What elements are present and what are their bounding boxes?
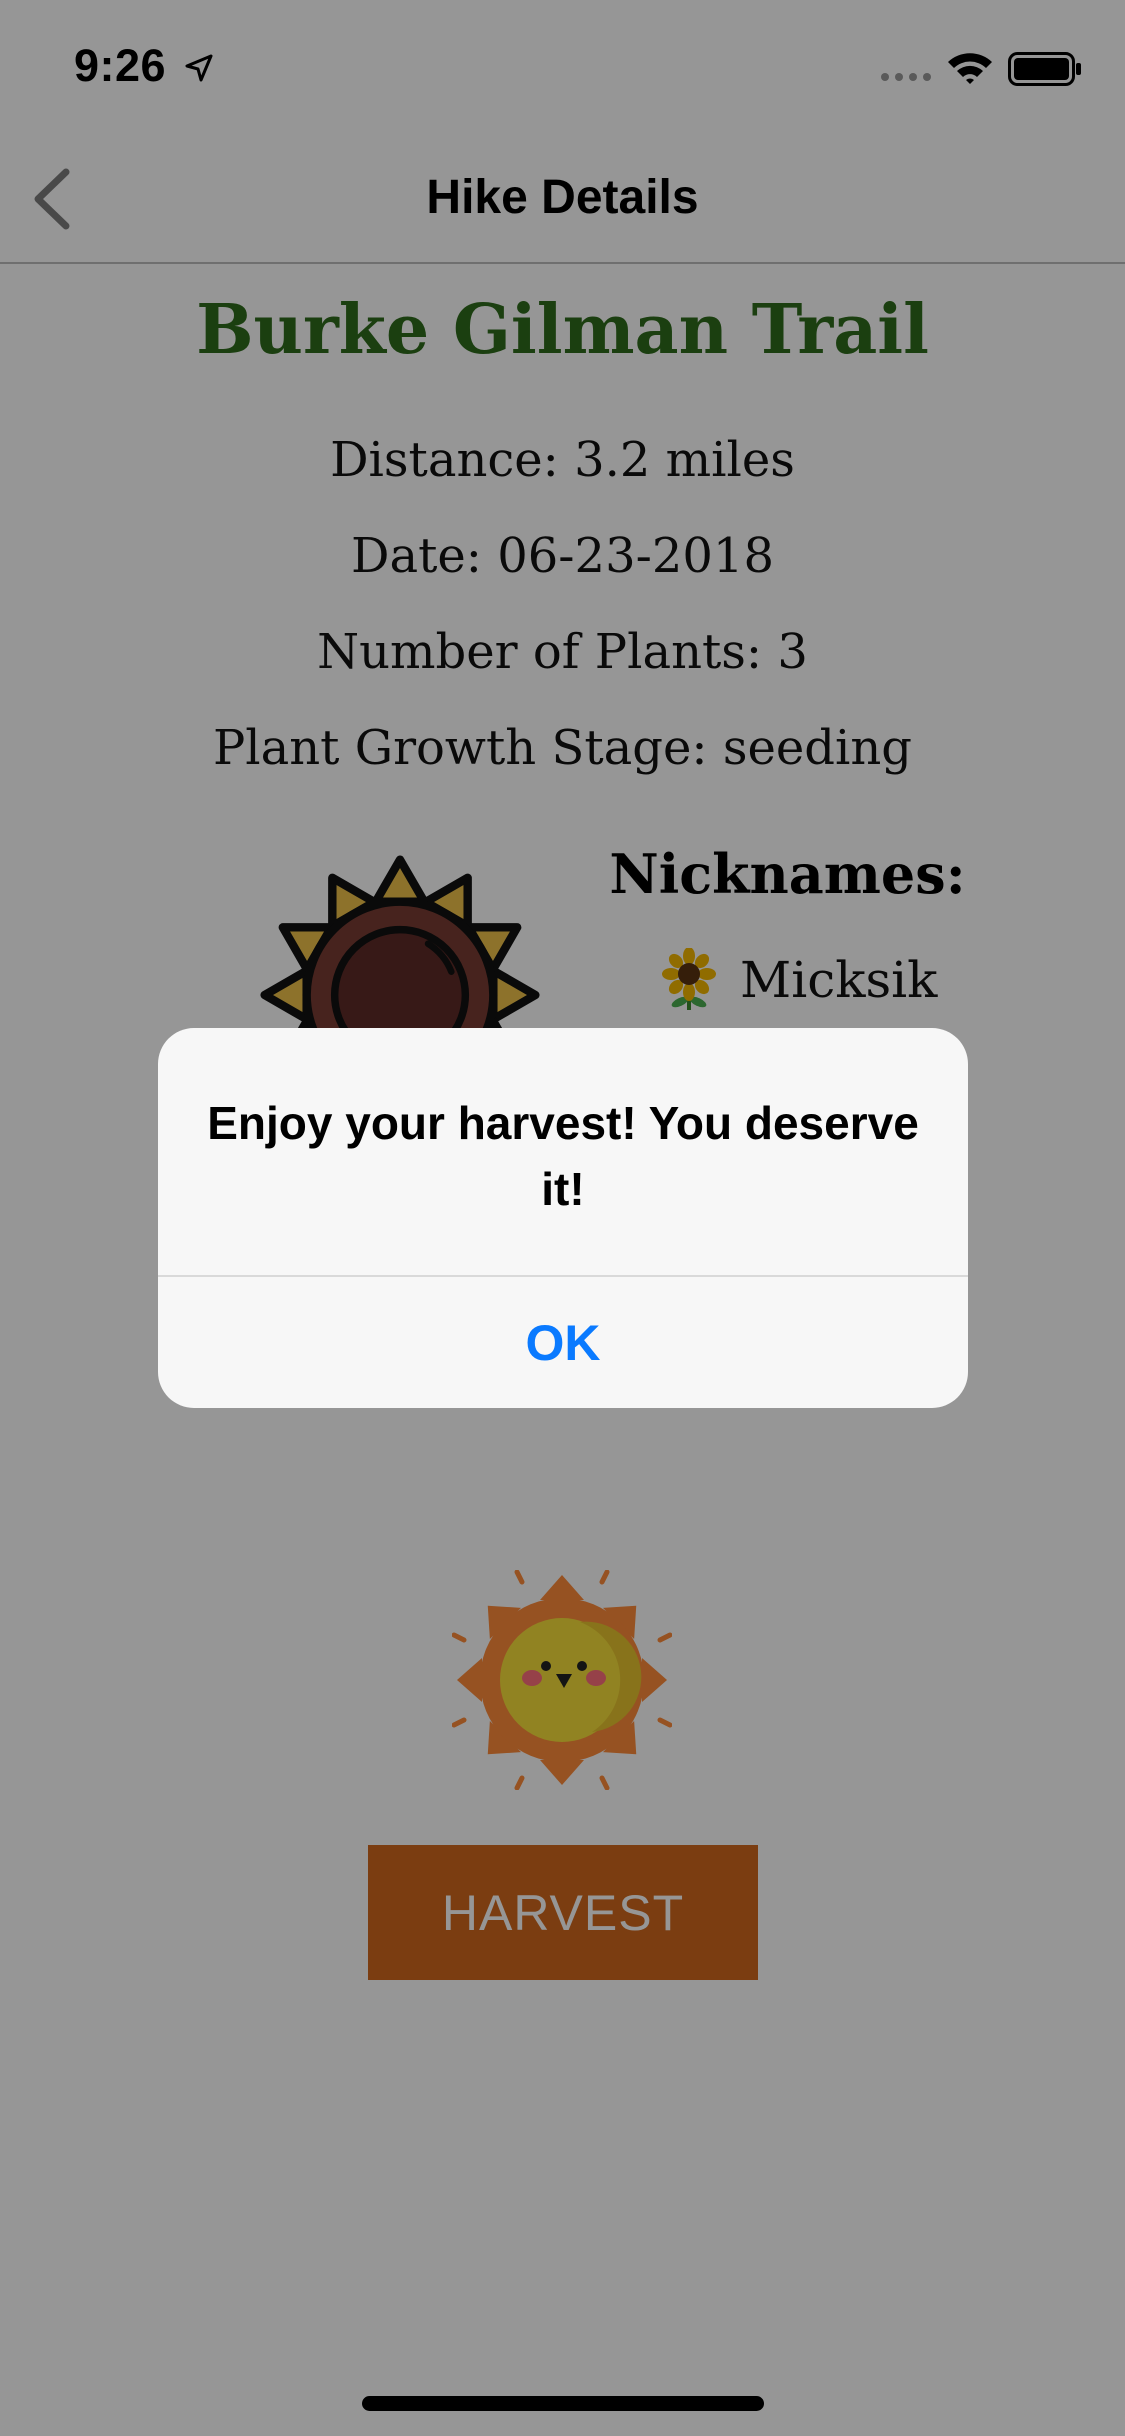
home-indicator[interactable] [362, 2396, 764, 2411]
alert-ok-button[interactable]: OK [158, 1277, 968, 1408]
harvest-alert-dialog: Enjoy your harvest! You deserve it! OK [158, 1028, 968, 1408]
hike-details-screen: 9:26 Hike Details Burke Gilman Trail Dis… [0, 0, 1125, 2436]
alert-message: Enjoy your harvest! You deserve it! [207, 1097, 919, 1215]
